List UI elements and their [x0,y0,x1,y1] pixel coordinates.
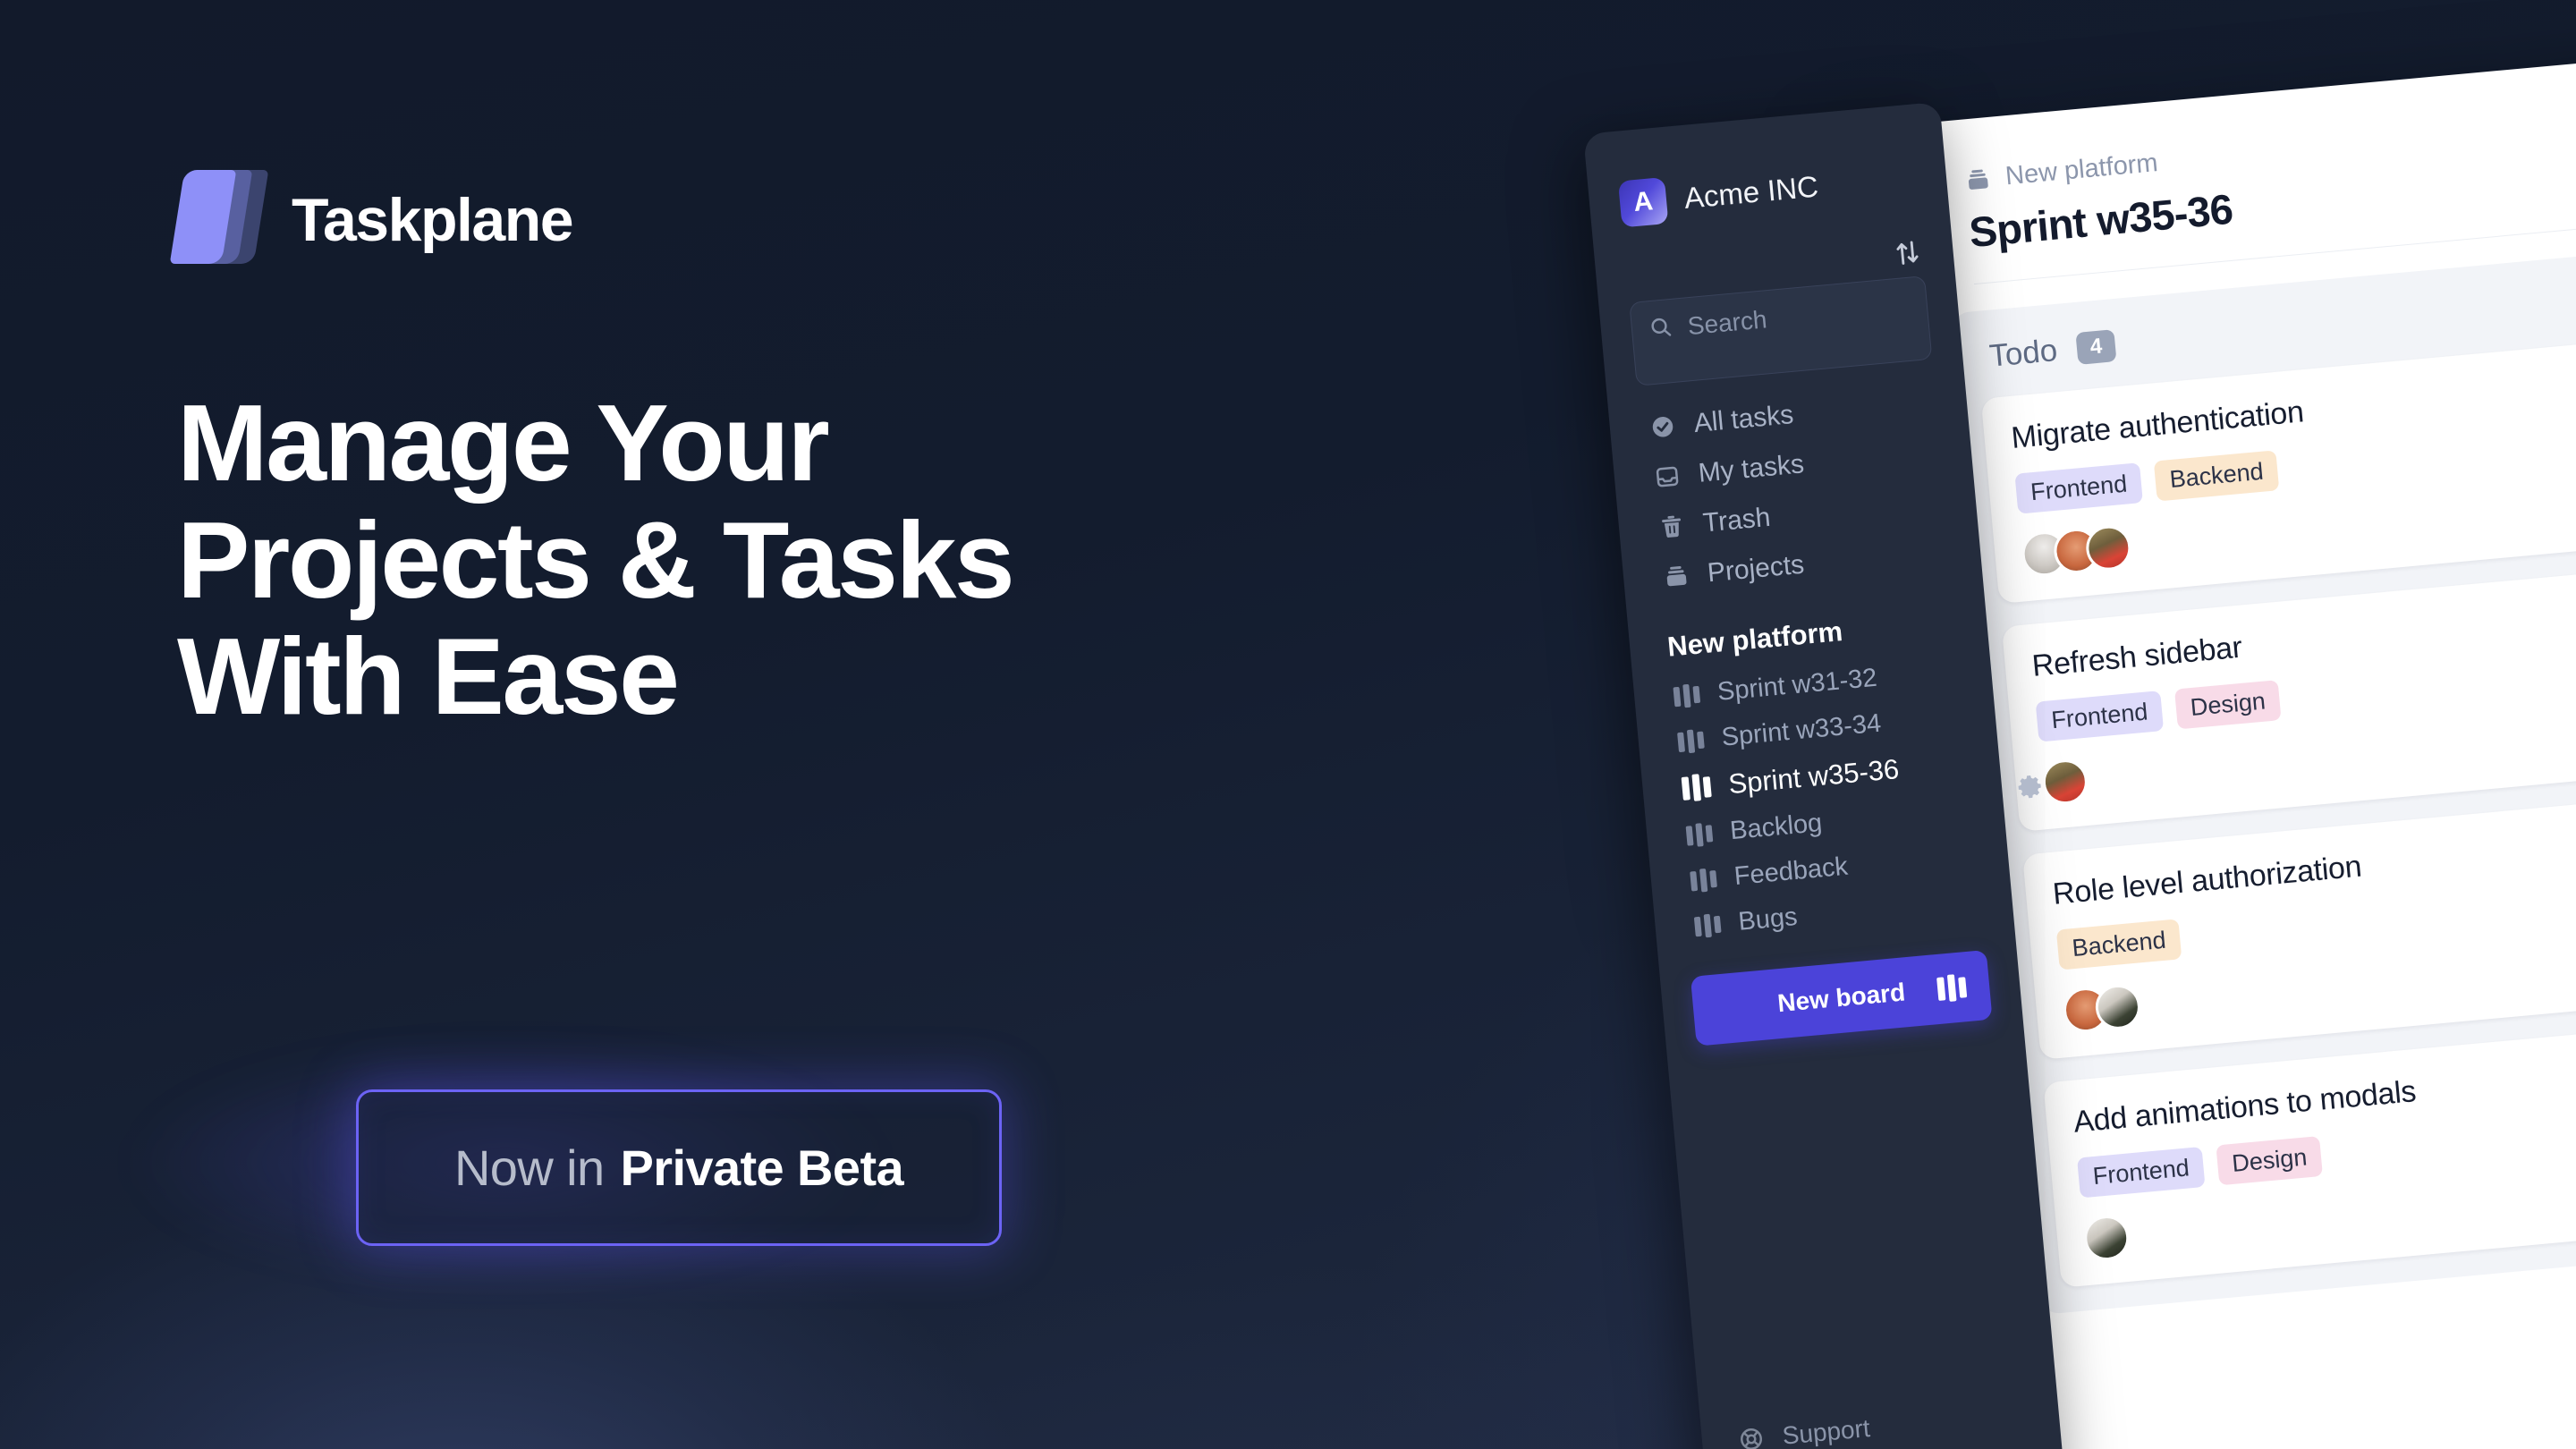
sidebar-item-label: Projects [1706,549,1806,589]
kanban-icon [1677,728,1705,754]
sidebar-item-label: My tasks [1697,449,1806,488]
headline-line-1: Manage Your [177,382,830,504]
sidebar-item-label: Support [1781,1413,1871,1449]
lifebuoy-icon [1737,1425,1767,1449]
briefcase-icon [1662,562,1691,591]
kanban-icon [1685,822,1714,848]
kanban-icon [1693,912,1722,938]
sidebar-board-list: Sprint w31-32 Sprint w33-34 Sprint w35-3… [1663,649,1983,948]
tag-frontend: Frontend [2035,691,2165,742]
tag-backend: Backend [2055,919,2182,970]
sidebar-item-label: Trash [1701,502,1772,538]
sidebar-nav: All tasks My tasks Trash Projects [1639,379,1953,602]
kanban-icon [1936,973,1968,1003]
hero-section: Taskplane Manage Your Projects & Tasks W… [169,0,1519,1449]
org-switcher[interactable]: A Acme INC [1617,155,1918,228]
search-placeholder: Search [1686,305,1768,341]
briefcase-icon [1963,165,1993,194]
kanban-icon [1690,867,1717,893]
sidebar-board-label: Bugs [1737,902,1799,936]
tag-design: Design [2216,1136,2324,1186]
gear-icon[interactable] [2013,771,2046,804]
inbox-icon [1653,462,1682,492]
card-list: Migrate authentication Frontend Backend … [1980,320,2576,1288]
sidebar-footer: Support Give feedback [1731,1394,2036,1449]
search-icon [1648,314,1674,341]
trash-icon [1657,513,1687,542]
brand-name: Taskplane [292,186,574,254]
tag-design: Design [2174,680,2282,730]
badge-prefix: Now in [453,1140,605,1196]
headline-line-3: With Ease [177,615,680,738]
sidebar-board-label: Feedback [1733,852,1850,892]
avatar [2040,757,2090,807]
sidebar-board-label: Sprint w31-32 [1716,663,1878,707]
sidebar-board-label: Sprint w33-34 [1720,708,1883,752]
kanban-icon [1681,773,1712,802]
badge-emphasis: Private Beta [620,1140,904,1196]
check-circle-icon [1648,412,1678,442]
tag-frontend: Frontend [2077,1146,2206,1199]
avatar [2082,1213,2131,1263]
headline-line-2: Projects & Tasks [177,498,1015,621]
tag-backend: Backend [2153,450,2280,502]
column-count-badge: 4 [2075,328,2117,366]
kanban-icon [1673,682,1701,708]
sort-updown-icon[interactable] [1891,236,1924,269]
sidebar-item-label: All tasks [1692,400,1795,439]
org-avatar: A [1617,176,1669,228]
search-input[interactable]: Search [1629,275,1933,386]
private-beta-badge[interactable]: Now in Private Beta [356,1089,1002,1246]
app-mockup: New platform Sprint w35-36 Todo 4 Migrat… [1583,13,2576,1449]
new-board-button[interactable]: New board [1690,949,1993,1046]
org-name: Acme INC [1682,169,1820,215]
sidebar-item-support[interactable]: Support [1731,1394,2030,1449]
column-title: Todo [1987,333,2059,374]
sidebar-board-label: Sprint w35-36 [1726,752,1901,801]
taskplane-logo-icon [169,170,269,270]
sidebar-board-label: Backlog [1728,809,1824,846]
page-title: Manage Your Projects & Tasks With Ease [177,385,1447,735]
new-board-label: New board [1775,978,1907,1018]
brand-logo: Taskplane [169,170,574,270]
breadcrumb-label: New platform [2004,148,2159,191]
tag-frontend: Frontend [2014,462,2143,514]
